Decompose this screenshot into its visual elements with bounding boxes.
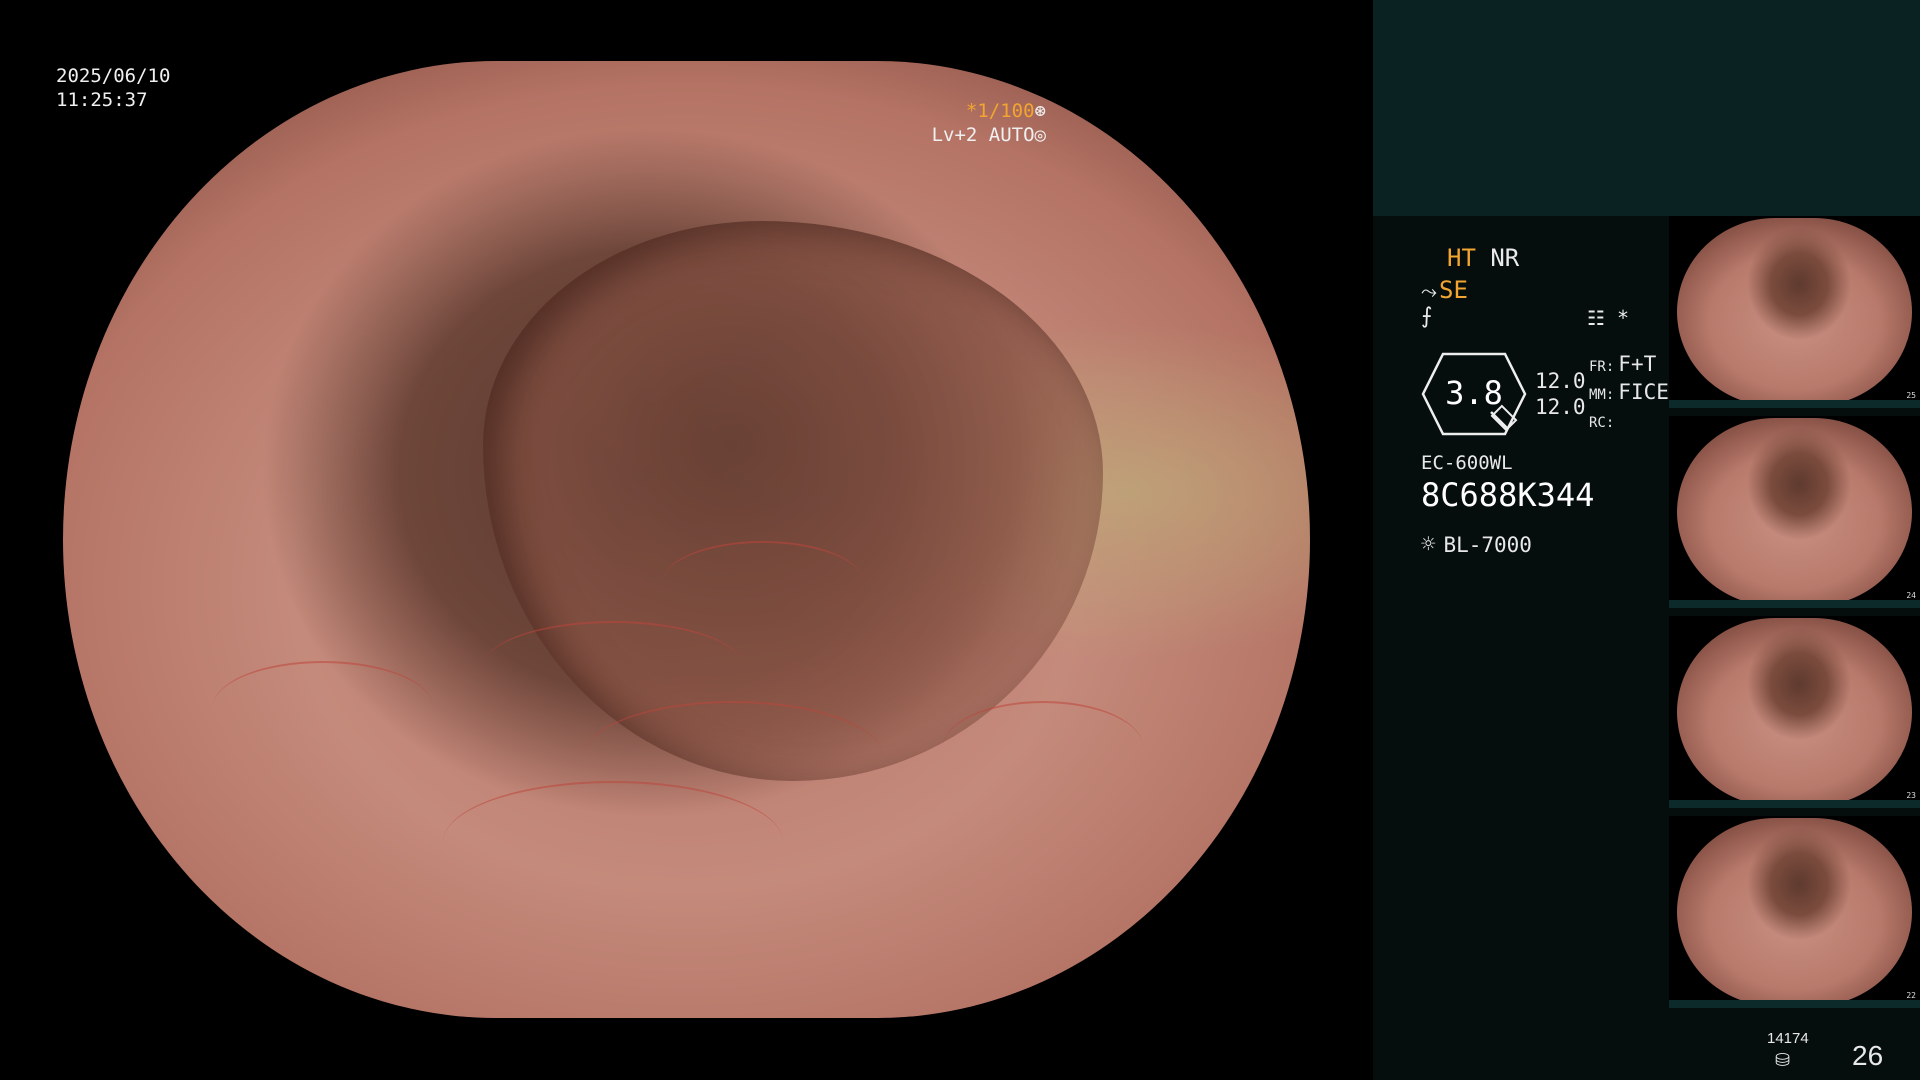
vessel-line [213,661,433,753]
mm-label: MM: [1589,387,1615,403]
processor-name: BL-7000 [1443,533,1532,557]
date-time-readout: 2025/06/10 11:25:37 [56,64,170,112]
processor-row: ☼ BL-7000 [1421,530,1532,558]
zoom-indicator: 3.8 [1421,352,1527,436]
thumbnail-bar [1669,400,1920,408]
fr-value: F+T [1618,352,1657,376]
mm-value: FICE [1618,380,1669,404]
thumbnail-bar [1669,1000,1920,1008]
mode-labels: FR: F+T MM: FICE RC: [1589,352,1669,436]
settings-row: ☷ * [1587,306,1629,330]
se-indicator: SE [1439,276,1468,304]
scope-model: EC-600WL [1421,452,1513,474]
value-2: 12.0 [1535,395,1586,419]
se-row: ⤳SE [1421,276,1468,304]
exposure-readout: *1/100⊛ Lv+2 AUTO◎ [932,99,1046,147]
zoom-value: 3.8 [1445,374,1503,412]
vessel-line [943,701,1143,793]
endoscope-main-view: 2025/06/10 11:25:37 *1/100⊛ Lv+2 AUTO◎ [0,0,1373,1080]
thumbnail-bar [1669,600,1920,608]
thumbnail-image [1677,618,1912,806]
star-indicator: * [1616,306,1630,330]
page-number: 26 [1852,1040,1884,1071]
thumbnail-image [1677,818,1912,1006]
panel-header-block [1373,0,1920,216]
image-count: 14174 [1767,1030,1809,1047]
settings-icon: ☷ [1587,306,1605,330]
thumbnail[interactable]: 25 [1669,216,1920,408]
scope-serial: 8C688K344 [1421,476,1595,514]
thumbnail-number: 25 [1906,391,1916,400]
date-text: 2025/06/10 [56,65,171,87]
ht-nr-row: HT NR [1447,244,1519,272]
brightness-level: Lv+2 AUTO [931,124,1035,146]
database-icon: ⛁ [1775,1050,1791,1071]
vessel-line [483,621,743,713]
rc-label: RC: [1589,415,1615,431]
nr-indicator: NR [1490,244,1520,272]
thumbnail-bar [1669,800,1920,808]
vessel-line [443,781,783,903]
ht-indicator: HT [1447,244,1476,272]
fr-label: FR: [1589,359,1615,375]
vessel-line [663,541,863,623]
endoscope-image [63,61,1310,1018]
slash-f-icon: ⨍ [1421,304,1433,329]
thumbnail[interactable]: 22 [1669,816,1920,1008]
aperture-icon: ⊛ [1034,100,1046,122]
target-icon: ◎ [1034,124,1046,146]
pump-icon: ⤳ [1421,279,1437,303]
thumbnail[interactable]: 23 [1669,616,1920,808]
thumbnail-number: 22 [1906,991,1916,1000]
thumbnail-image [1677,218,1912,406]
thumbnail[interactable]: 24 [1669,416,1920,608]
thumbnail-number: 23 [1906,791,1916,800]
time-text: 11:25:37 [56,89,148,111]
info-panel: HT NR ⤳SE ⨍ ☷ * 3.8 12.0 12.0 FR: F+T MM:… [1373,0,1920,1080]
thumbnail-image [1677,418,1912,606]
light-source-icon: ☼ [1421,530,1436,558]
value-1: 12.0 [1535,369,1586,393]
shutter-speed: *1/100 [965,100,1035,122]
thumbnail-number: 24 [1906,591,1916,600]
value-column: 12.0 12.0 [1535,368,1586,420]
